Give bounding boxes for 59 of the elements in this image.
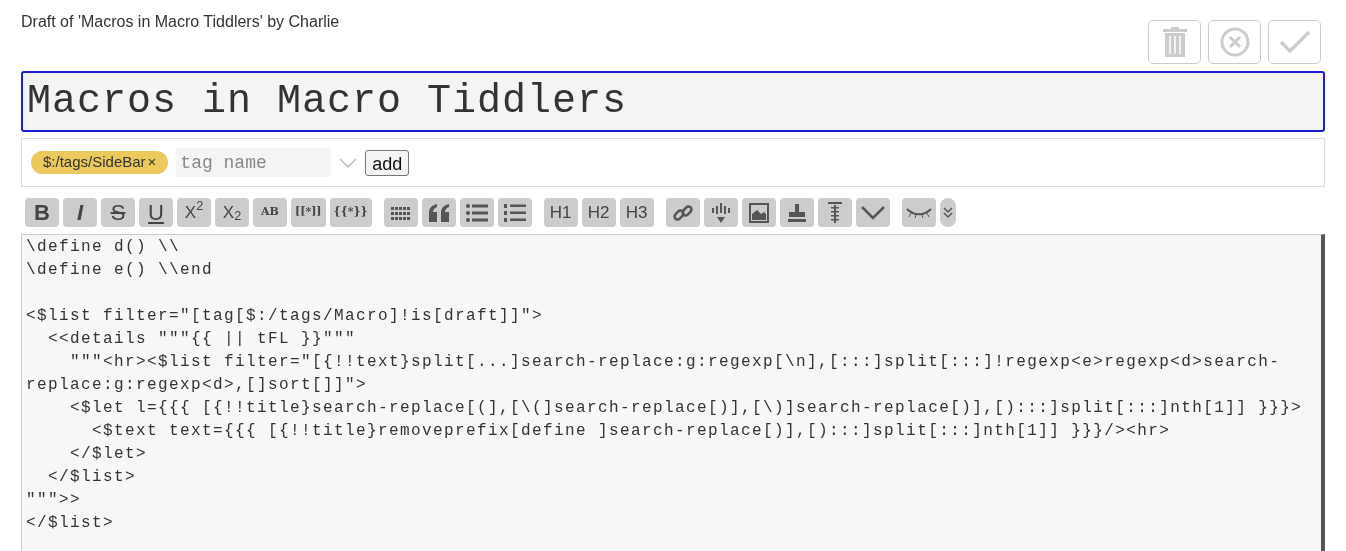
toolbar-button[interactable] [459, 198, 494, 227]
toolbar-button[interactable] [703, 198, 738, 227]
toolbar-button[interactable] [497, 198, 532, 227]
code-line: </$list> [47, 467, 136, 488]
add-button[interactable]: add [365, 149, 410, 176]
strikethrough-button[interactable]: S [101, 198, 135, 227]
bullet-list-icon [465, 203, 488, 222]
code-line: <$list filter="[tag[$:/tags/Macro]!is[draft]]"> [26, 306, 544, 327]
closed-eye-icon [905, 206, 932, 219]
checkmark-icon [1278, 30, 1311, 54]
format-button[interactable]: X$_{2}$ [215, 198, 249, 227]
link-icon [672, 202, 693, 223]
underline-button[interactable]: U [139, 198, 173, 227]
code-line: <$let l={{{ [{!!title}search-replace[(],[\(]search-replace[)],[\)]search-replace[)],[):::]split[:::]nth[1]] }}}> [69, 398, 1303, 419]
toolbar-button[interactable] [817, 198, 852, 227]
title-field[interactable]: Macros in Macro Tiddlers [21, 71, 1325, 132]
double-chevron-icon [942, 206, 953, 219]
toolbar-button[interactable] [383, 198, 418, 227]
tag-name-field[interactable]: tag name [176, 148, 332, 177]
toolbar-button[interactable] [901, 198, 936, 227]
italic-button[interactable]: I [63, 198, 97, 227]
format-button[interactable]: H3 [619, 198, 654, 227]
code-line: """<hr><$list filter="[{!!text}split[...]search-replace:g:regexp[\n],[:::]split[:::]!regexp<e>regexp<d>search- [69, 352, 1281, 373]
chevron-down-icon [860, 205, 885, 220]
alphabet-icon [390, 204, 411, 221]
format-button[interactable]: {{*}} [329, 198, 372, 227]
image-icon [748, 202, 769, 223]
quote-icon [427, 203, 450, 222]
toolbar-button[interactable] [779, 198, 814, 227]
draft-heading: Draft of 'Macros in Macro Tiddlers' by Charlie [21, 12, 340, 32]
format-button[interactable]: H2 [581, 198, 616, 227]
code-line: <$text text={{{ [{!!title}removeprefix[define ]search-replace[)],[):::]split[:::]nth[1]] }}}/><hr> [91, 421, 1171, 442]
toolbar-button[interactable] [855, 198, 890, 227]
tag-pill[interactable]: $:/tags/SideBar× [31, 151, 169, 174]
toolbar-button[interactable] [939, 198, 956, 227]
bold-button[interactable]: B [25, 198, 59, 227]
format-button[interactable]: H1 [543, 198, 578, 227]
format-button[interactable]: [[*]] [291, 198, 326, 227]
remove-tag-button[interactable]: × [147, 151, 157, 174]
code-line: </$list> [26, 513, 114, 534]
code-line: \define e() \\end [26, 260, 214, 281]
transclude-icon [710, 202, 731, 223]
trash-icon [1162, 27, 1187, 57]
code-line: """>> [26, 490, 81, 511]
toolbar-button[interactable] [421, 198, 456, 227]
numbered-list-icon [503, 203, 526, 222]
code-line: </$let> [69, 444, 148, 465]
tag-label: $:/tags/SideBar [43, 152, 146, 173]
stamp-icon [786, 202, 807, 223]
code-editor[interactable] [21, 234, 1325, 551]
format-button[interactable]: X$^{2}$ [177, 198, 211, 227]
toolbar-button[interactable] [741, 198, 776, 227]
close-icon [1219, 27, 1250, 57]
code-line: replace:g:regexp<d>,[]sort[]]"> [26, 375, 368, 396]
format-button[interactable]: AB [253, 198, 287, 227]
code-line: <<details """{{ || tFL }}""" [47, 329, 357, 350]
toolbar-button[interactable] [665, 198, 700, 227]
excise-icon [826, 201, 843, 224]
code-line: \define d() \\ [26, 237, 181, 258]
